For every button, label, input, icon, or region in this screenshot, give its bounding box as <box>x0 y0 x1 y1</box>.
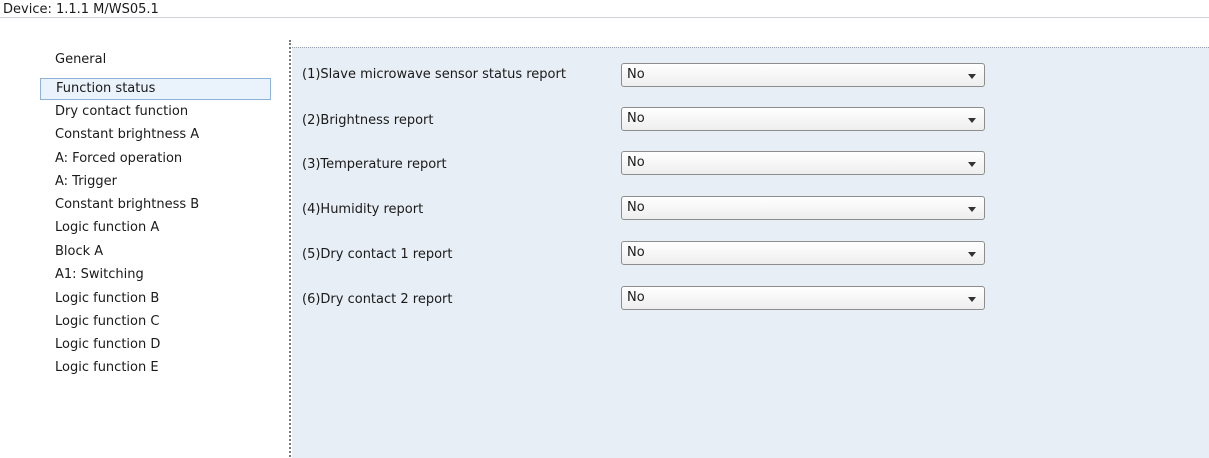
chevron-down-icon <box>968 162 976 167</box>
parameter-panel: (1)Slave microwave sensor status report … <box>292 47 1209 458</box>
sidebar-item-block-a[interactable]: Block A <box>40 242 271 264</box>
sidebar-item-label: A: Forced operation <box>55 151 183 166</box>
param-select-brightness-report[interactable]: No <box>621 107 985 131</box>
sidebar-item-label: Logic function E <box>55 360 159 375</box>
chevron-down-icon <box>968 207 976 212</box>
select-value: No <box>627 290 645 305</box>
select-value: No <box>627 245 645 260</box>
param-select-slave-microwave-report[interactable]: No <box>621 63 985 87</box>
chevron-down-icon <box>968 297 976 302</box>
sidebar-item-general[interactable]: General <box>40 50 271 72</box>
sidebar-item-a-trigger[interactable]: A: Trigger <box>40 172 271 194</box>
select-value: No <box>627 111 645 126</box>
sidebar-item-constant-brightness-b[interactable]: Constant brightness B <box>40 195 271 217</box>
chevron-down-icon <box>968 252 976 257</box>
sidebar-item-label: Dry contact function <box>55 104 189 119</box>
sidebar-item-label: Logic function C <box>55 314 160 329</box>
param-label: (4)Humidity report <box>302 202 424 217</box>
param-select-dry-contact-1-report[interactable]: No <box>621 241 985 265</box>
sidebar-item-label: Function status <box>56 81 156 96</box>
param-label: (2)Brightness report <box>302 113 434 128</box>
sidebar: General Function status Dry contact func… <box>0 40 289 457</box>
sidebar-item-label: A1: Switching <box>55 267 144 282</box>
param-select-humidity-report[interactable]: No <box>621 196 985 220</box>
param-label: (3)Temperature report <box>302 157 447 172</box>
sidebar-item-dry-contact-function[interactable]: Dry contact function <box>40 102 271 124</box>
param-label: (5)Dry contact 1 report <box>302 247 453 262</box>
sidebar-item-label: Logic function D <box>55 337 161 352</box>
param-label: (1)Slave microwave sensor status report <box>302 67 566 82</box>
sidebar-item-logic-function-e[interactable]: Logic function E <box>40 358 271 380</box>
chevron-down-icon <box>968 74 976 79</box>
sidebar-item-logic-function-c[interactable]: Logic function C <box>40 312 271 334</box>
sidebar-item-label: Logic function B <box>55 291 160 306</box>
sidebar-item-label: Block A <box>55 244 104 259</box>
select-value: No <box>627 200 645 215</box>
param-select-temperature-report[interactable]: No <box>621 151 985 175</box>
sidebar-item-logic-function-d[interactable]: Logic function D <box>40 335 271 357</box>
sidebar-item-label: Logic function A <box>55 220 160 235</box>
param-select-dry-contact-2-report[interactable]: No <box>621 286 985 310</box>
sidebar-item-logic-function-a[interactable]: Logic function A <box>40 218 271 240</box>
sidebar-item-a-forced-operation[interactable]: A: Forced operation <box>40 149 271 171</box>
sidebar-item-label: A: Trigger <box>55 174 118 189</box>
select-value: No <box>627 67 645 82</box>
title-separator <box>0 17 1209 18</box>
select-value: No <box>627 155 645 170</box>
sidebar-item-logic-function-b[interactable]: Logic function B <box>40 289 271 311</box>
param-label: (6)Dry contact 2 report <box>302 292 453 307</box>
sidebar-item-a1-switching[interactable]: A1: Switching <box>40 265 271 287</box>
sidebar-item-label: Constant brightness A <box>55 127 200 142</box>
sidebar-item-constant-brightness-a[interactable]: Constant brightness A <box>40 125 271 147</box>
sidebar-item-label: General <box>55 52 107 67</box>
device-title: Device: 1.1.1 M/WS05.1 <box>3 2 159 17</box>
title-bar: Device: 1.1.1 M/WS05.1 <box>0 0 1209 40</box>
sidebar-item-label: Constant brightness B <box>55 197 200 212</box>
chevron-down-icon <box>968 118 976 123</box>
sidebar-item-function-status[interactable]: Function status <box>40 78 271 100</box>
